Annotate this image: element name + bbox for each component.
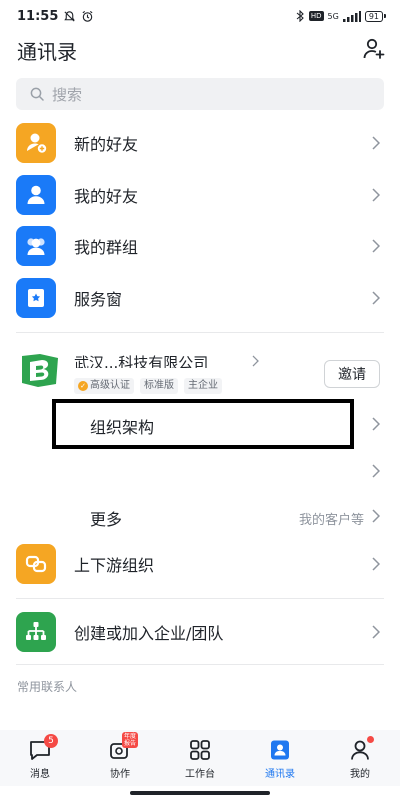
service-window-icon xyxy=(16,278,56,318)
menu-label: 上下游组织 xyxy=(74,556,155,575)
tab-label: 消息 xyxy=(30,769,50,780)
mute-notification-icon xyxy=(64,10,76,22)
unread-badge: 5 xyxy=(44,734,58,748)
edition-badge: 标准版 xyxy=(140,378,178,394)
home-indicator xyxy=(130,791,270,795)
hd-badge: HD xyxy=(308,11,324,21)
menu-item-department[interactable] xyxy=(52,452,400,492)
bluetooth-icon xyxy=(296,10,304,22)
chevron-right-icon xyxy=(372,291,380,305)
invite-button[interactable]: 邀请 xyxy=(324,360,380,388)
tab-label: 协作 xyxy=(110,769,130,780)
battery-tip xyxy=(384,14,386,18)
signal-icon xyxy=(342,10,361,22)
menu-label: 我的好友 xyxy=(74,187,139,206)
chevron-right-icon xyxy=(372,417,380,431)
menu-label: 创建或加入企业/团队 xyxy=(74,624,224,643)
chevron-right-icon xyxy=(372,509,380,523)
menu-item-my-friends[interactable]: 我的好友 xyxy=(0,169,400,221)
status-right: HD 5G 91 xyxy=(296,10,386,22)
chevron-right-icon xyxy=(372,557,380,571)
organization-name[interactable]: 武汉...科技有限公司 xyxy=(74,352,244,368)
new-friend-icon xyxy=(16,123,56,163)
menu-label: 我的群组 xyxy=(74,238,139,257)
group-icon xyxy=(16,226,56,266)
menu-label: 服务窗 xyxy=(74,290,123,309)
tab-messages[interactable]: 5 消息 xyxy=(0,730,80,786)
more-hint: 我的客户等 xyxy=(298,513,364,528)
chevron-right-icon xyxy=(252,355,259,367)
chevron-right-icon xyxy=(372,239,380,253)
menu-item-service-window[interactable]: 服务窗 xyxy=(0,272,400,324)
status-time: 11:55 xyxy=(17,8,59,24)
main-enterprise-badge: 主企业 xyxy=(184,378,222,394)
check-icon: ✓ xyxy=(78,381,88,391)
tab-contacts[interactable]: 通讯录 xyxy=(240,730,320,786)
chevron-right-icon xyxy=(372,136,380,150)
tab-collaboration[interactable]: 年度报告 协作 xyxy=(80,730,160,786)
chevron-right-icon xyxy=(372,188,380,202)
menu-item-create-join-team[interactable]: 创建或加入企业/团队 xyxy=(0,606,400,658)
menu-label: 新的好友 xyxy=(74,135,139,154)
organization-logo xyxy=(18,350,62,390)
menu-item-new-friends[interactable]: 新的好友 xyxy=(0,117,400,169)
divider xyxy=(16,598,384,599)
contacts-icon xyxy=(271,740,289,760)
status-left: 11:55 xyxy=(17,9,94,24)
battery-level: 91 xyxy=(364,10,383,22)
grid-icon xyxy=(190,740,210,760)
tab-me[interactable]: 我的 xyxy=(320,730,400,786)
menu-item-upstream-downstream[interactable]: 上下游组织 xyxy=(0,538,400,590)
link-chain-icon xyxy=(16,544,56,584)
add-contact-icon[interactable] xyxy=(362,37,386,61)
organization-badges: ✓ 高级认证 标准版 主企业 xyxy=(74,378,222,394)
menu-item-my-groups[interactable]: 我的群组 xyxy=(0,220,400,272)
verified-badge: ✓ 高级认证 xyxy=(74,378,134,394)
friend-icon xyxy=(16,175,56,215)
battery: 91 xyxy=(364,10,386,22)
more-label: 更多 xyxy=(90,510,123,529)
network-type: 5G xyxy=(327,11,339,21)
alarm-icon xyxy=(82,10,93,22)
search-input[interactable]: 搜索 xyxy=(16,78,384,110)
tab-label: 我的 xyxy=(350,769,370,780)
org-structure-label: 组织架构 xyxy=(90,418,155,437)
tab-workbench[interactable]: 工作台 xyxy=(160,730,240,786)
header: 通讯录 xyxy=(0,32,400,68)
tab-label: 通讯录 xyxy=(265,769,295,780)
annual-report-tag: 年度报告 xyxy=(122,732,138,748)
chevron-right-icon xyxy=(372,625,380,639)
tab-bar: 5 消息 年度报告 协作 工作台 通讯录 我的 xyxy=(0,730,400,786)
search-placeholder: 搜索 xyxy=(52,85,83,104)
tab-label: 工作台 xyxy=(185,769,215,780)
page-title: 通讯录 xyxy=(17,40,77,64)
divider xyxy=(16,664,384,665)
search-icon xyxy=(30,87,44,101)
org-tree-icon xyxy=(16,612,56,652)
divider xyxy=(16,332,384,333)
chevron-right-icon xyxy=(372,464,380,478)
notification-dot xyxy=(367,736,374,743)
section-header-frequent-contacts: 常用联系人 xyxy=(17,680,78,694)
status-bar: 11:55 HD 5G 91 xyxy=(0,0,400,32)
